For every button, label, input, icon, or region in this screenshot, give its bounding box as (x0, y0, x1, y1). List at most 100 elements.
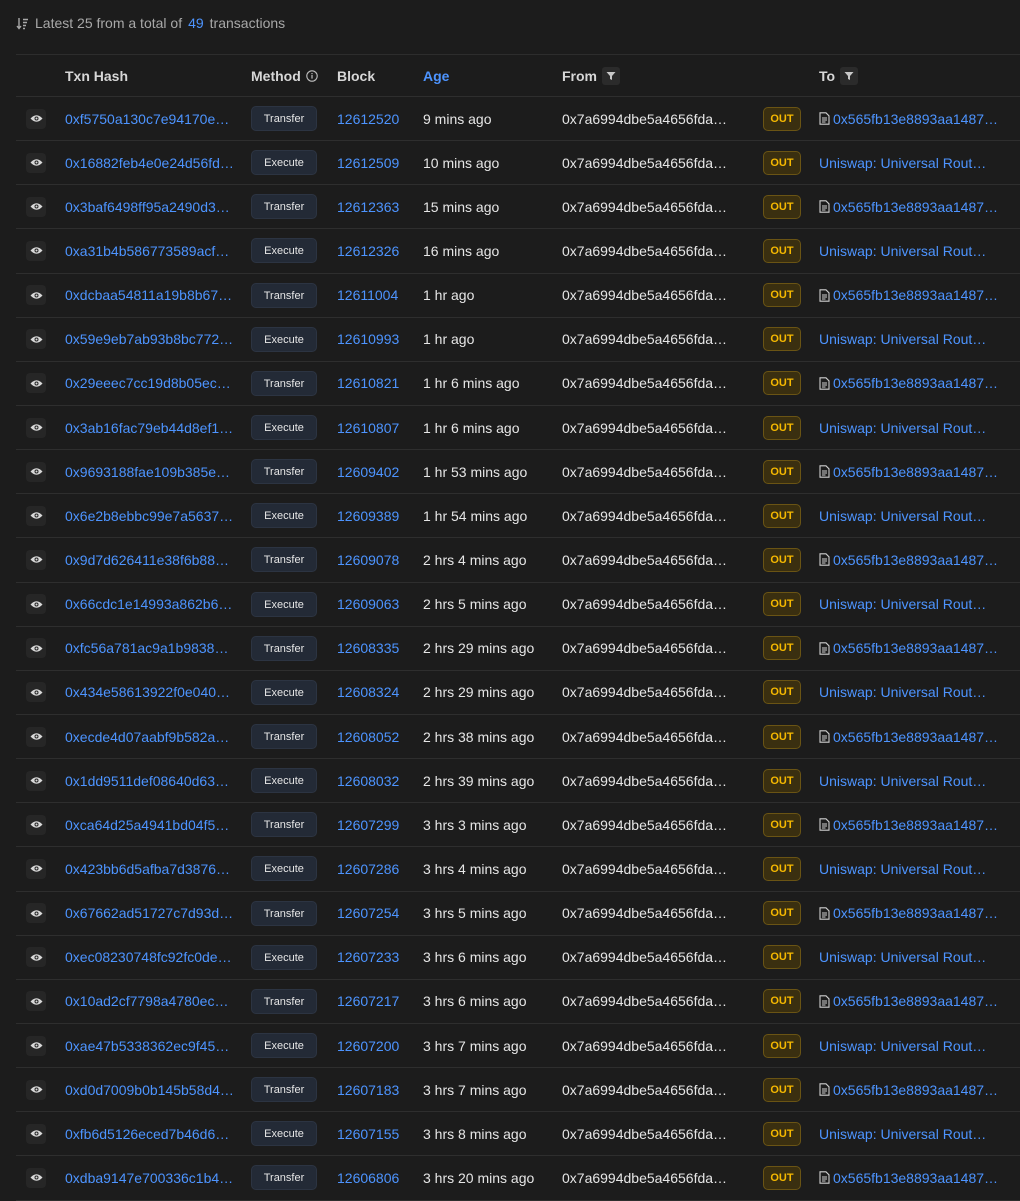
txn-hash-link[interactable]: 0xfc56a781ac9a1b9838… (65, 640, 228, 656)
block-link[interactable]: 12608052 (337, 729, 399, 745)
to-address-link[interactable]: Uniswap: Universal Rout… (819, 155, 1020, 171)
block-link[interactable]: 12609078 (337, 552, 399, 568)
to-address-link[interactable]: 0x565fb13e8893aa1487… (833, 993, 1020, 1009)
txn-hash-link[interactable]: 0x6e2b8ebbc99e7a5637… (65, 508, 233, 524)
txn-hash-link[interactable]: 0x59e9eb7ab93b8bc772… (65, 331, 233, 347)
to-address-link[interactable]: Uniswap: Universal Rout… (819, 773, 1020, 789)
to-address-link[interactable]: 0x565fb13e8893aa1487… (833, 552, 1020, 568)
preview-button[interactable] (26, 1079, 46, 1100)
block-link[interactable]: 12609063 (337, 596, 399, 612)
preview-button[interactable] (26, 858, 46, 879)
block-link[interactable]: 12612509 (337, 155, 399, 171)
preview-button[interactable] (26, 196, 46, 217)
block-link[interactable]: 12608032 (337, 773, 399, 789)
to-address-link[interactable]: Uniswap: Universal Rout… (819, 420, 1020, 436)
to-address-link[interactable]: 0x565fb13e8893aa1487… (833, 1170, 1020, 1186)
preview-button[interactable] (26, 903, 46, 924)
to-address-link[interactable]: Uniswap: Universal Rout… (819, 243, 1020, 259)
to-address-link[interactable]: 0x565fb13e8893aa1487… (833, 905, 1020, 921)
txn-hash-link[interactable]: 0x29eeec7cc19d8b05ec… (65, 375, 231, 391)
to-address-link[interactable]: Uniswap: Universal Rout… (819, 1038, 1020, 1054)
sort-descending-icon[interactable] (16, 17, 29, 30)
preview-button[interactable] (26, 240, 46, 261)
preview-button[interactable] (26, 108, 46, 129)
block-link[interactable]: 12607299 (337, 817, 399, 833)
preview-button[interactable] (26, 594, 46, 615)
txn-hash-link[interactable]: 0xfb6d5126eced7b46d6… (65, 1126, 229, 1142)
preview-button[interactable] (26, 152, 46, 173)
preview-button[interactable] (26, 770, 46, 791)
to-address-link[interactable]: 0x565fb13e8893aa1487… (833, 729, 1020, 745)
block-link[interactable]: 12610821 (337, 375, 399, 391)
preview-button[interactable] (26, 638, 46, 659)
to-address-link[interactable]: 0x565fb13e8893aa1487… (833, 287, 1020, 303)
txn-hash-link[interactable]: 0xf5750a130c7e94170e… (65, 111, 229, 127)
block-link[interactable]: 12607155 (337, 1126, 399, 1142)
preview-button[interactable] (26, 373, 46, 394)
txn-hash-link[interactable]: 0xa31b4b586773589acf… (65, 243, 229, 259)
to-address-link[interactable]: Uniswap: Universal Rout… (819, 861, 1020, 877)
txn-hash-link[interactable]: 0xd0d7009b0b145b58d4… (65, 1082, 234, 1098)
header-age-toggle[interactable]: Age (423, 55, 563, 96)
to-address-link[interactable]: Uniswap: Universal Rout… (819, 684, 1020, 700)
to-address-link[interactable]: 0x565fb13e8893aa1487… (833, 817, 1020, 833)
block-link[interactable]: 12610807 (337, 420, 399, 436)
preview-button[interactable] (26, 1035, 46, 1056)
preview-button[interactable] (26, 505, 46, 526)
preview-button[interactable] (26, 329, 46, 350)
txn-hash-link[interactable]: 0xecde4d07aabf9b582a… (65, 729, 229, 745)
to-address-link[interactable]: 0x565fb13e8893aa1487… (833, 375, 1020, 391)
to-address-link[interactable]: 0x565fb13e8893aa1487… (833, 111, 1020, 127)
preview-button[interactable] (26, 1123, 46, 1144)
block-link[interactable]: 12606806 (337, 1170, 399, 1186)
block-link[interactable]: 12609402 (337, 464, 399, 480)
block-link[interactable]: 12608324 (337, 684, 399, 700)
preview-button[interactable] (26, 682, 46, 703)
txn-hash-link[interactable]: 0x9d7d626411e38f6b88… (65, 552, 229, 568)
txn-hash-link[interactable]: 0x16882feb4e0e24d56fd… (65, 155, 234, 171)
txn-hash-link[interactable]: 0x423bb6d5afba7d3876… (65, 861, 230, 877)
txn-hash-link[interactable]: 0x9693188fae109b385e… (65, 464, 230, 480)
preview-button[interactable] (26, 1167, 46, 1188)
txn-hash-link[interactable]: 0xdcbaa54811a19b8b67… (65, 287, 232, 303)
txn-hash-link[interactable]: 0x67662ad51727c7d93d… (65, 905, 233, 921)
txn-hash-link[interactable]: 0x1dd9511def08640d63… (65, 773, 229, 789)
block-link[interactable]: 12607183 (337, 1082, 399, 1098)
txn-hash-link[interactable]: 0xdba9147e700336c1b4… (65, 1170, 233, 1186)
block-link[interactable]: 12607254 (337, 905, 399, 921)
preview-button[interactable] (26, 285, 46, 306)
to-address-link[interactable]: Uniswap: Universal Rout… (819, 508, 1020, 524)
to-address-link[interactable]: Uniswap: Universal Rout… (819, 949, 1020, 965)
to-address-link[interactable]: Uniswap: Universal Rout… (819, 331, 1020, 347)
block-link[interactable]: 12612520 (337, 111, 399, 127)
preview-button[interactable] (26, 461, 46, 482)
to-address-link[interactable]: 0x565fb13e8893aa1487… (833, 1082, 1020, 1098)
block-link[interactable]: 12607233 (337, 949, 399, 965)
txn-hash-link[interactable]: 0x3ab16fac79eb44d8ef1… (65, 420, 233, 436)
block-link[interactable]: 12611004 (337, 287, 398, 303)
info-circle-icon[interactable] (306, 69, 318, 82)
preview-button[interactable] (26, 417, 46, 438)
txn-hash-link[interactable]: 0xca64d25a4941bd04f5… (65, 817, 229, 833)
block-link[interactable]: 12607217 (337, 993, 399, 1009)
block-link[interactable]: 12612363 (337, 199, 399, 215)
block-link[interactable]: 12609389 (337, 508, 399, 524)
block-link[interactable]: 12607286 (337, 861, 399, 877)
block-link[interactable]: 12607200 (337, 1038, 399, 1054)
preview-button[interactable] (26, 814, 46, 835)
from-filter-button[interactable] (602, 66, 620, 85)
txn-hash-link[interactable]: 0xae47b5338362ec9f45… (65, 1038, 229, 1054)
txn-hash-link[interactable]: 0x10ad2cf7798a4780ec… (65, 993, 228, 1009)
preview-button[interactable] (26, 726, 46, 747)
txn-hash-link[interactable]: 0x434e58613922f0e040… (65, 684, 230, 700)
preview-button[interactable] (26, 991, 46, 1012)
to-address-link[interactable]: Uniswap: Universal Rout… (819, 1126, 1020, 1142)
to-address-link[interactable]: 0x565fb13e8893aa1487… (833, 640, 1020, 656)
block-link[interactable]: 12608335 (337, 640, 399, 656)
txn-hash-link[interactable]: 0xec08230748fc92fc0de… (65, 949, 232, 965)
block-link[interactable]: 12612326 (337, 243, 399, 259)
to-address-link[interactable]: Uniswap: Universal Rout… (819, 596, 1020, 612)
to-filter-button[interactable] (840, 66, 859, 85)
txn-hash-link[interactable]: 0x3baf6498ff95a2490d3… (65, 199, 230, 215)
block-link[interactable]: 12610993 (337, 331, 399, 347)
